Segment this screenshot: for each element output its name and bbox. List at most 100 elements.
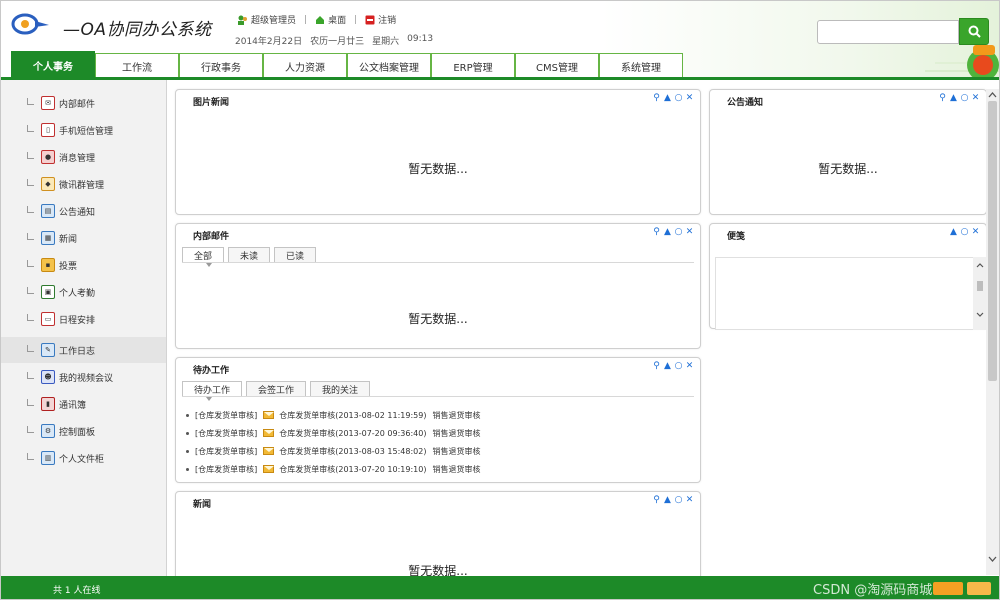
collapse-icon[interactable]: ▲: [663, 227, 672, 237]
close-icon[interactable]: ✕: [685, 361, 694, 371]
notice-icon: ▤: [41, 204, 55, 218]
tab-erp[interactable]: ERP管理: [431, 53, 515, 79]
active-tab-caret-icon: [206, 397, 212, 401]
refresh-icon[interactable]: ○: [674, 361, 683, 371]
task-tag: [仓库发货单审核]: [195, 428, 258, 438]
main-scrollbar[interactable]: [986, 89, 999, 575]
close-icon[interactable]: ✕: [971, 227, 980, 237]
close-icon[interactable]: ✕: [971, 93, 980, 103]
tab-mail-read[interactable]: 已读: [274, 247, 317, 262]
tab-personal-affairs[interactable]: 个人事务: [11, 51, 95, 79]
tab-cms[interactable]: CMS管理: [515, 53, 599, 79]
tab-human-resources[interactable]: 人力资源: [263, 53, 347, 79]
worklog-icon: ✎: [41, 343, 55, 357]
search-icon[interactable]: ⚲: [652, 495, 661, 505]
feed-icon[interactable]: [967, 582, 991, 595]
logout-label: 注销: [378, 16, 397, 26]
portlet-title: 内部邮件: [193, 232, 230, 242]
memo-textarea[interactable]: [715, 257, 980, 330]
sidebar-item-schedule[interactable]: ▭ 日程安排: [1, 306, 166, 332]
search-icon[interactable]: ⚲: [652, 93, 661, 103]
sidebar-item-messages[interactable]: ● 消息管理: [1, 144, 166, 170]
sidebar-item-control-panel[interactable]: ⚙ 控制面板: [1, 418, 166, 444]
memo-scrollbar[interactable]: [973, 257, 987, 330]
refresh-icon[interactable]: ○: [960, 227, 969, 237]
search-icon[interactable]: ⚲: [652, 227, 661, 237]
empty-message: 暂无数据...: [818, 162, 878, 176]
tree-branch-icon: [27, 206, 34, 213]
portlet-tools: ⚲ ▲ ○ ✕: [938, 93, 980, 103]
sidebar-item-file-cabinet[interactable]: ▥ 个人文件柜: [1, 445, 166, 471]
tab-workflow[interactable]: 工作流: [95, 53, 179, 79]
app-title: —OA协同办公系统: [63, 20, 212, 40]
close-icon[interactable]: ✕: [685, 93, 694, 103]
tab-document-archive[interactable]: 公文档案管理: [347, 53, 431, 79]
desktop-label: 桌面: [328, 16, 347, 26]
tree-branch-icon: [27, 399, 34, 406]
tab-administration[interactable]: 行政事务: [179, 53, 263, 79]
current-user[interactable]: 超级管理员: [237, 13, 296, 26]
tab-system[interactable]: 系统管理: [599, 53, 683, 79]
bullet-icon: [186, 431, 189, 435]
active-tab-caret-icon: [206, 263, 212, 267]
tab-todo-pending[interactable]: 待办工作: [182, 381, 243, 396]
desktop-link[interactable]: 桌面: [315, 13, 346, 26]
sidebar-item-label: 消息管理: [59, 153, 96, 164]
sidebar-item-addressbook[interactable]: ▮ 通讯簿: [1, 391, 166, 417]
collapse-icon[interactable]: ▲: [949, 93, 958, 103]
close-icon[interactable]: ✕: [685, 227, 694, 237]
refresh-icon[interactable]: ○: [674, 227, 683, 237]
search-icon[interactable]: ⚲: [652, 361, 661, 371]
app-window: —OA协同办公系统 超级管理员 | 桌面 | 注销 2014年2月22日 农历一…: [0, 0, 1000, 600]
portlet-title: 图片新闻: [193, 98, 230, 108]
sidebar-item-label: 通讯簿: [59, 400, 87, 411]
bullet-icon: [186, 449, 189, 453]
list-item[interactable]: [仓库发货单审核] 仓库发货单审核(2013-08-02 11:19:59) 销…: [186, 406, 480, 424]
sidebar-item-label: 工作日志: [59, 346, 96, 357]
tab-todo-following[interactable]: 我的关注: [310, 381, 371, 396]
empty-message: 暂无数据...: [408, 312, 468, 326]
sidebar-item-group[interactable]: ◆ 微讯群管理: [1, 171, 166, 197]
list-item[interactable]: [仓库发货单审核] 仓库发货单审核(2013-08-03 15:48:02) 销…: [186, 442, 480, 460]
sidebar-item-attendance[interactable]: ▣ 个人考勤: [1, 279, 166, 305]
search-icon[interactable]: ⚲: [938, 93, 947, 103]
video-meeting-icon: ☻: [41, 370, 55, 384]
tab-mail-all[interactable]: 全部: [182, 247, 225, 262]
sidebar-item-sms[interactable]: ▯ 手机短信管理: [1, 117, 166, 143]
list-item[interactable]: [仓库发货单审核] 仓库发货单审核(2013-07-20 10:19:10) 销…: [186, 460, 480, 478]
sidebar-item-news[interactable]: ▦ 新闻: [1, 225, 166, 251]
scrollbar-thumb[interactable]: [988, 101, 997, 381]
addressbook-icon: ▮: [41, 397, 55, 411]
sidebar-item-video-meeting[interactable]: ☻ 我的视频会议: [1, 364, 166, 390]
tree-branch-icon: [27, 453, 34, 460]
collapse-icon[interactable]: ▲: [949, 227, 958, 237]
sidebar-item-notice[interactable]: ▤ 公告通知: [1, 198, 166, 224]
sidebar-item-vote[interactable]: ▪ 投票: [1, 252, 166, 278]
refresh-icon[interactable]: ○: [674, 495, 683, 505]
task-status: 销售退货审核: [432, 410, 481, 420]
collapse-icon[interactable]: ▲: [663, 93, 672, 103]
portlet-tools: ⚲ ▲ ○ ✕: [652, 361, 694, 371]
refresh-icon[interactable]: ○: [674, 93, 683, 103]
tab-mail-unread[interactable]: 未读: [228, 247, 271, 262]
list-item[interactable]: [仓库发货单审核] 仓库发货单审核(2013-07-20 09:36:40) 销…: [186, 424, 480, 442]
refresh-icon[interactable]: ○: [960, 93, 969, 103]
task-text: 仓库发货单审核(2013-07-20 09:36:40): [279, 428, 427, 438]
tree-branch-icon: [27, 372, 34, 379]
vote-icon: ▪: [41, 258, 55, 272]
task-status: 销售退货审核: [432, 464, 481, 474]
tab-todo-countersign[interactable]: 会签工作: [246, 381, 307, 396]
close-icon[interactable]: ✕: [685, 495, 694, 505]
rss-icon[interactable]: [933, 582, 963, 595]
sidebar-item-worklog[interactable]: ✎ 工作日志: [1, 337, 166, 363]
file-cabinet-icon: ▥: [41, 451, 55, 465]
portlet-todo: 待办工作 ⚲ ▲ ○ ✕ 待办工作 会签工作 我的关注 [仓库发货单审核] 仓库…: [175, 357, 701, 483]
collapse-icon[interactable]: ▲: [663, 495, 672, 505]
logout-link[interactable]: 注销: [365, 13, 396, 26]
collapse-icon[interactable]: ▲: [663, 361, 672, 371]
tree-branch-icon: [27, 179, 34, 186]
task-status: 销售退货审核: [432, 428, 481, 438]
main-nav-tabs: 个人事务 工作流 行政事务 人力资源 公文档案管理 ERP管理 CMS管理 系统…: [11, 51, 683, 79]
tree-branch-icon: [27, 152, 34, 159]
sidebar-item-internal-mail[interactable]: ✉ 内部邮件: [1, 90, 166, 116]
